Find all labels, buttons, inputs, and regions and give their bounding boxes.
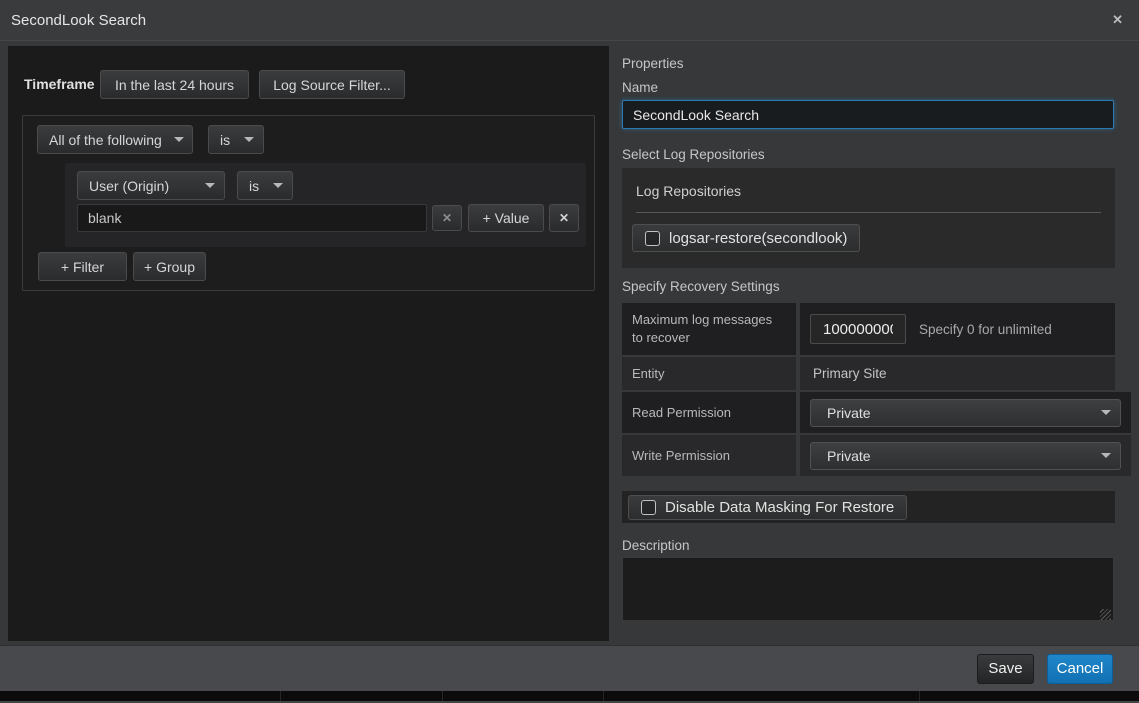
divider [442,691,443,701]
select-log-repositories-label: Select Log Repositories [622,147,765,162]
field-dropdown-label: User (Origin) [89,178,169,194]
remove-icon: ✕ [559,211,569,225]
name-label: Name [622,80,658,95]
log-repositories-header: Log Repositories [636,183,741,199]
max-log-messages-cell: Specify 0 for unlimited [800,303,1115,355]
read-permission-label: Read Permission [622,392,796,433]
match-operator-dropdown[interactable]: is [208,125,264,154]
read-permission-value: Private [827,405,871,421]
operator-dropdown-label: is [249,178,259,194]
secondlook-search-dialog: SecondLook Search ✕ Timeframe In the las… [0,0,1139,691]
repository-label: logsar-restore(secondlook) [669,230,847,247]
read-permission-dropdown[interactable]: Private [810,399,1121,427]
filter-group-box: All of the following is User (Origin) is… [22,115,595,291]
remove-rule-button[interactable]: ✕ [549,204,579,232]
close-icon[interactable]: ✕ [1112,12,1123,28]
recovery-settings-heading: Specify Recovery Settings [622,279,780,294]
chevron-down-icon [1101,410,1111,415]
chevron-down-icon [1101,453,1111,458]
match-type-dropdown[interactable]: All of the following [37,125,193,154]
filter-rule-group: User (Origin) is ✕ + Value ✕ [65,163,586,247]
chevron-down-icon [174,137,184,142]
name-input[interactable] [622,100,1114,129]
disable-data-masking-toggle[interactable]: Disable Data Masking For Restore [628,495,907,520]
divider [280,691,281,701]
add-filter-button[interactable]: + Filter [38,252,127,281]
entity-label: Entity [622,357,796,390]
unlimited-hint: Specify 0 for unlimited [919,322,1052,337]
write-permission-label: Write Permission [622,435,796,476]
field-dropdown[interactable]: User (Origin) [77,171,225,200]
divider [636,212,1101,213]
dialog-titlebar: SecondLook Search ✕ [0,0,1139,41]
max-log-messages-label: Maximum log messages to recover [622,303,796,355]
table-row: Read Permission Private [622,392,1115,433]
write-permission-value: Private [827,448,871,464]
log-source-filter-button[interactable]: Log Source Filter... [259,70,405,99]
properties-panel: Properties Name Select Log Repositories … [622,46,1115,641]
divider [603,691,604,701]
add-value-button[interactable]: + Value [468,204,544,232]
disable-data-masking-checkbox[interactable] [641,500,656,515]
table-row: Entity Primary Site [622,357,1115,390]
repository-checkbox[interactable] [645,231,660,246]
entity-value: Primary Site [803,366,887,381]
entity-cell: Primary Site [800,357,1115,390]
search-builder-panel: Timeframe In the last 24 hours Log Sourc… [8,46,609,641]
match-operator-dropdown-label: is [220,132,230,148]
add-group-button[interactable]: + Group [133,252,206,281]
disable-data-masking-label: Disable Data Masking For Restore [665,499,894,516]
description-textarea[interactable] [622,557,1114,621]
chevron-down-icon [205,183,215,188]
table-row: Maximum log messages to recover Specify … [622,303,1115,355]
filter-value-input[interactable] [77,204,427,232]
save-button[interactable]: Save [977,654,1034,684]
timeframe-button[interactable]: In the last 24 hours [100,70,249,99]
log-repositories-panel: Log Repositories logsar-restore(secondlo… [622,168,1115,268]
recovery-settings-table: Maximum log messages to recover Specify … [622,303,1115,476]
chevron-down-icon [244,137,254,142]
resize-handle[interactable] [1100,609,1111,620]
remove-icon: ✕ [442,211,452,225]
match-type-dropdown-label: All of the following [49,132,162,148]
max-log-messages-input[interactable] [810,314,906,344]
dialog-title: SecondLook Search [11,12,1112,29]
write-permission-dropdown[interactable]: Private [810,442,1121,470]
table-row: Write Permission Private [622,435,1115,476]
timeframe-label: Timeframe [24,76,95,92]
remove-value-button[interactable]: ✕ [432,205,462,231]
properties-label: Properties [622,56,684,71]
chevron-down-icon [273,183,283,188]
read-permission-cell: Private [800,392,1131,433]
operator-dropdown[interactable]: is [237,171,293,200]
dialog-footer: Save Cancel [0,645,1139,691]
background-page-strip [0,691,1139,703]
description-label: Description [622,538,690,553]
log-repository-item[interactable]: logsar-restore(secondlook) [632,224,860,252]
cancel-button[interactable]: Cancel [1047,654,1113,684]
write-permission-cell: Private [800,435,1131,476]
divider [919,691,920,701]
